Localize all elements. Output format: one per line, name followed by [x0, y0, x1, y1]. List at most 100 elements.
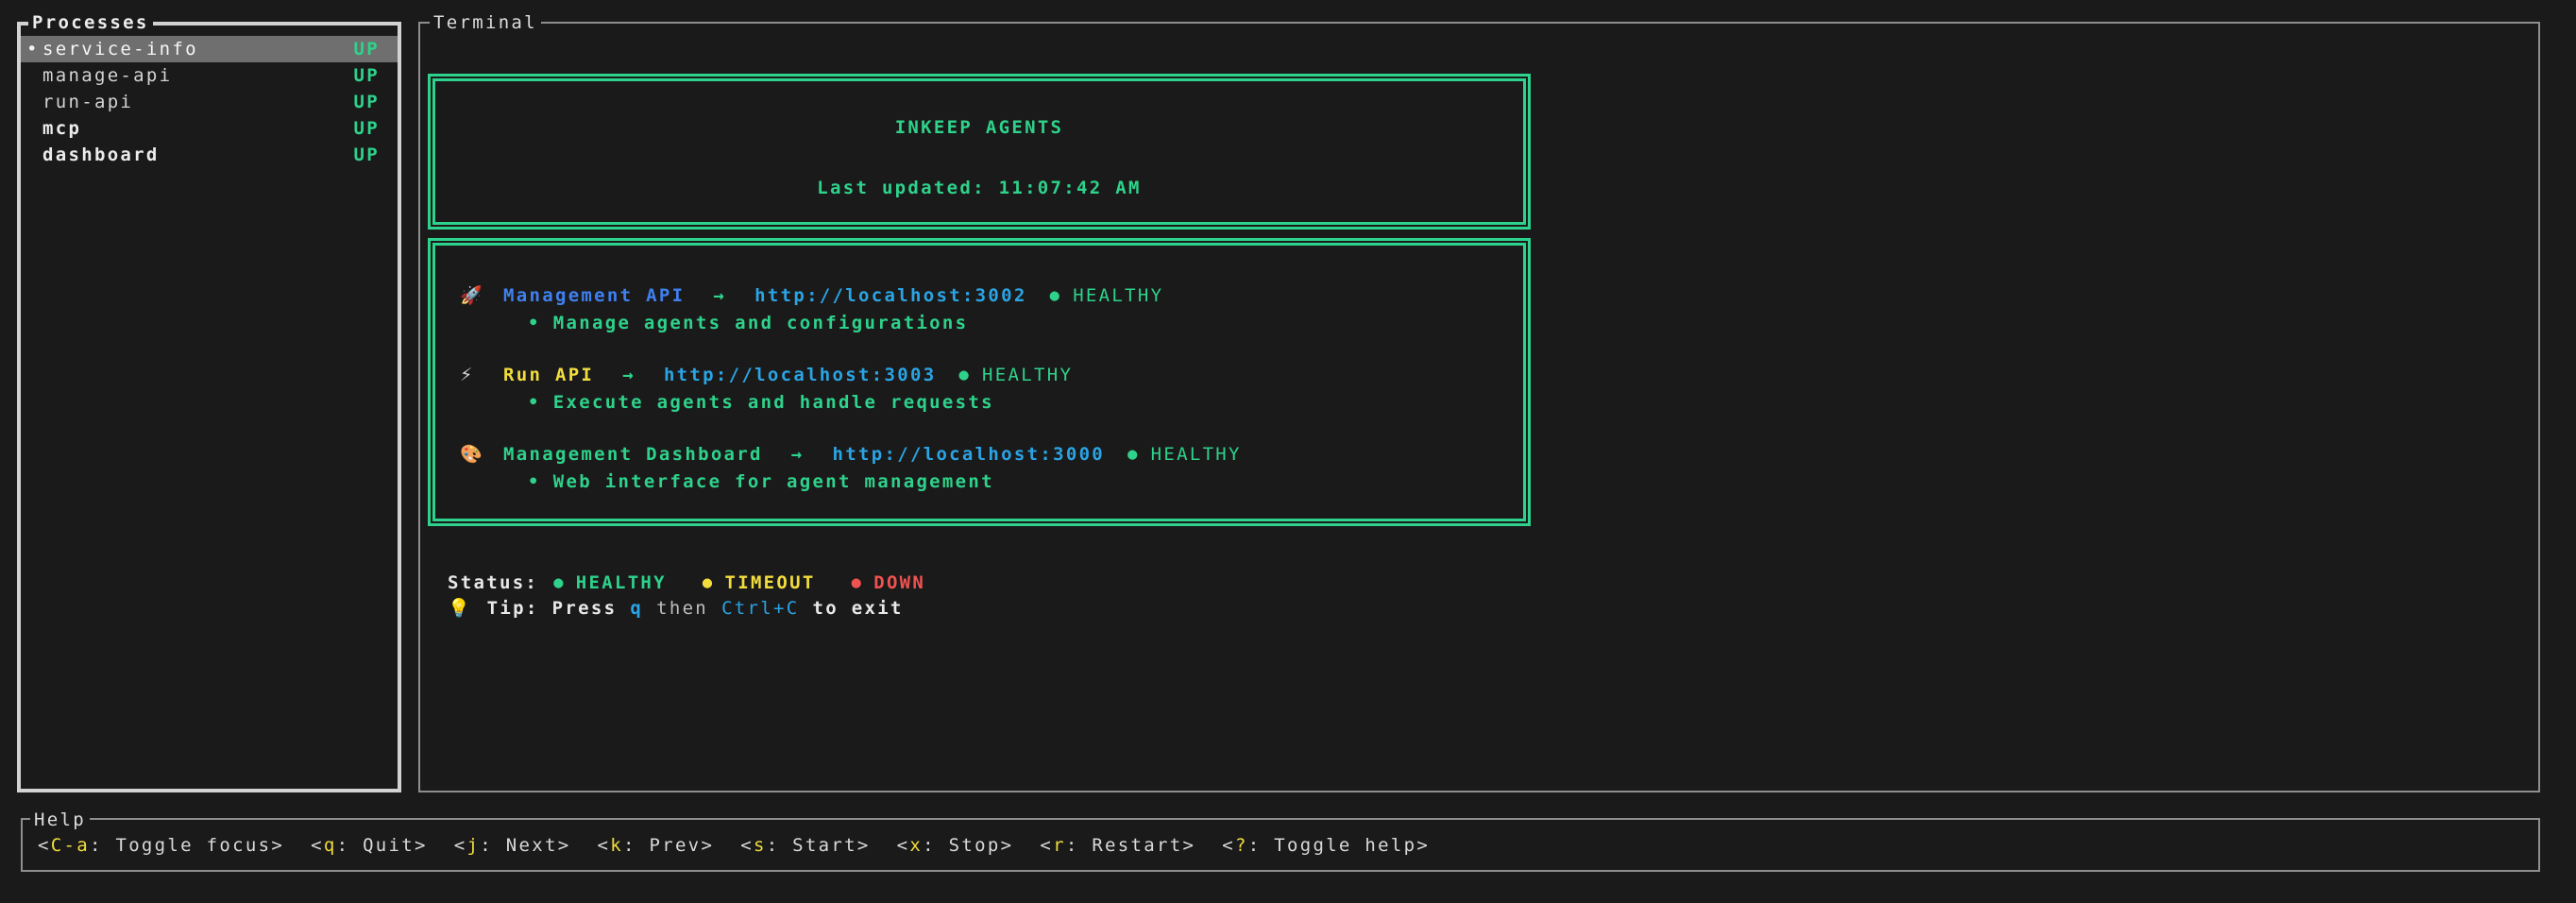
- help-key: q: [324, 835, 337, 856]
- help-pane-title: Help: [30, 807, 90, 833]
- health-dot-icon: ●: [958, 362, 971, 388]
- process-name: dashboard: [42, 142, 160, 168]
- legend-label: DOWN: [873, 570, 925, 596]
- service-description: • Manage agents and configurations: [460, 309, 1523, 336]
- process-row-run-api[interactable]: run-api UP: [21, 89, 398, 115]
- bullet-icon: •: [528, 310, 541, 336]
- help-item-quit: <q: Quit>: [311, 832, 428, 859]
- help-key: x: [909, 835, 923, 856]
- help-item-next: <j: Next>: [454, 832, 571, 859]
- service-line: 🎨 Management Dashboard → http://localhos…: [460, 440, 1523, 468]
- timeout-dot-icon: ●: [703, 570, 715, 596]
- legend-item-timeout: ● TIMEOUT: [703, 570, 816, 596]
- process-list: • service-info UP manage-api UP run-api …: [21, 36, 398, 168]
- process-row-dashboard[interactable]: dashboard UP: [21, 142, 398, 168]
- service-management-api: 🚀 Management API → http://localhost:3002…: [460, 281, 1523, 336]
- legend-label: TIMEOUT: [724, 570, 815, 596]
- help-label: Prev: [649, 835, 701, 856]
- process-row-mcp[interactable]: mcp UP: [21, 115, 398, 142]
- service-description-text: Web interface for agent management: [553, 469, 994, 495]
- process-status-badge: UP: [354, 62, 380, 89]
- process-row-manage-api[interactable]: manage-api UP: [21, 62, 398, 89]
- banner-box: INKEEP AGENTS Last updated: 11:07:42 AM: [428, 74, 1531, 230]
- help-label: Start: [792, 835, 857, 856]
- terminal-screen: { "colors": { "green": "#2ed28b", "yello…: [0, 0, 2576, 903]
- selected-bullet-icon: •: [26, 36, 42, 62]
- help-key: j: [467, 835, 481, 856]
- service-management-dashboard: 🎨 Management Dashboard → http://localhos…: [460, 440, 1523, 495]
- processes-pane: Processes • service-info UP manage-api U…: [17, 22, 401, 792]
- tip-line: 💡 Tip: Press q then Ctrl+C to exit: [448, 595, 917, 622]
- terminal-pane-title: Terminal: [430, 9, 541, 36]
- tip-key-q: q: [630, 595, 643, 622]
- service-name: Management Dashboard: [503, 441, 763, 468]
- help-item-stop: <x: Stop>: [897, 832, 1014, 859]
- help-item-prev: <k: Prev>: [597, 832, 714, 859]
- services-box: 🚀 Management API → http://localhost:3002…: [428, 238, 1531, 526]
- help-item-toggle-focus: <C-a: Toggle focus>: [38, 832, 284, 859]
- process-name: manage-api: [42, 62, 172, 89]
- arrow-icon: →: [622, 362, 636, 388]
- service-description: • Execute agents and handle requests: [460, 388, 1523, 416]
- help-key: ?: [1235, 835, 1248, 856]
- health-dot-icon: ●: [1050, 282, 1062, 309]
- process-status-badge: UP: [354, 142, 380, 168]
- service-health: HEALTHY: [1073, 282, 1163, 309]
- help-key: r: [1053, 835, 1066, 856]
- down-dot-icon: ●: [852, 570, 864, 596]
- legend-item-down: ● DOWN: [852, 570, 926, 596]
- status-legend-label: Status:: [448, 570, 538, 596]
- help-item-toggle-help: <?: Toggle help>: [1222, 832, 1430, 859]
- legend-item-healthy: ● HEALTHY: [553, 570, 667, 596]
- process-row-service-info[interactable]: • service-info UP: [21, 36, 398, 62]
- banner-heading: INKEEP AGENTS: [895, 114, 1064, 141]
- help-label: Next: [506, 835, 558, 856]
- process-name: service-info: [42, 36, 198, 62]
- palette-icon: 🎨: [460, 441, 503, 468]
- arrow-icon: →: [791, 441, 805, 468]
- help-key: s: [754, 835, 767, 856]
- tip-suffix: to exit: [813, 595, 904, 622]
- service-url[interactable]: http://localhost:3002: [754, 282, 1027, 309]
- bullet-icon: •: [528, 389, 541, 416]
- help-key: k: [610, 835, 623, 856]
- help-label: Toggle help: [1274, 835, 1416, 856]
- service-url[interactable]: http://localhost:3000: [833, 441, 1106, 468]
- health-dot-icon: ●: [1127, 441, 1140, 468]
- bullet-icon: •: [528, 469, 541, 495]
- rocket-icon: 🚀: [460, 282, 503, 309]
- process-status-badge: UP: [354, 115, 380, 142]
- service-description-text: Manage agents and configurations: [553, 310, 969, 336]
- process-status-badge: UP: [354, 36, 380, 62]
- arrow-icon: →: [713, 282, 726, 309]
- help-label: Stop: [949, 835, 1001, 856]
- service-description: • Web interface for agent management: [460, 468, 1523, 495]
- process-name: mcp: [42, 115, 81, 142]
- help-label: Restart: [1092, 835, 1182, 856]
- processes-pane-title: Processes: [28, 9, 153, 36]
- help-key: C-a: [51, 835, 90, 856]
- lightning-icon: ⚡: [460, 362, 503, 388]
- service-run-api: ⚡ Run API → http://localhost:3003 ● HEAL…: [460, 361, 1523, 416]
- tip-label: Tip:: [487, 595, 539, 622]
- service-url[interactable]: http://localhost:3003: [664, 362, 937, 388]
- help-item-restart: <r: Restart>: [1040, 832, 1195, 859]
- tip-then: then: [656, 595, 708, 622]
- service-line: ⚡ Run API → http://localhost:3003 ● HEAL…: [460, 361, 1523, 388]
- terminal-pane: Terminal INKEEP AGENTS Last updated: 11:…: [418, 22, 2540, 792]
- help-item-start: <s: Start>: [740, 832, 870, 859]
- service-health: HEALTHY: [982, 362, 1073, 388]
- help-pane: Help <C-a: Toggle focus> <q: Quit> <j: N…: [21, 818, 2540, 872]
- legend-label: HEALTHY: [576, 570, 667, 596]
- healthy-dot-icon: ●: [553, 570, 566, 596]
- help-label: Quit: [363, 835, 415, 856]
- service-name: Management API: [503, 282, 685, 309]
- tip-key-ctrl-c: Ctrl+C: [721, 595, 799, 622]
- process-status-badge: UP: [354, 89, 380, 115]
- process-name: run-api: [42, 89, 133, 115]
- banner-last-updated: Last updated: 11:07:42 AM: [817, 175, 1141, 201]
- service-line: 🚀 Management API → http://localhost:3002…: [460, 281, 1523, 309]
- service-description-text: Execute agents and handle requests: [553, 389, 994, 416]
- status-legend: Status: ● HEALTHY ● TIMEOUT ● DOWN: [448, 570, 961, 596]
- service-name: Run API: [503, 362, 594, 388]
